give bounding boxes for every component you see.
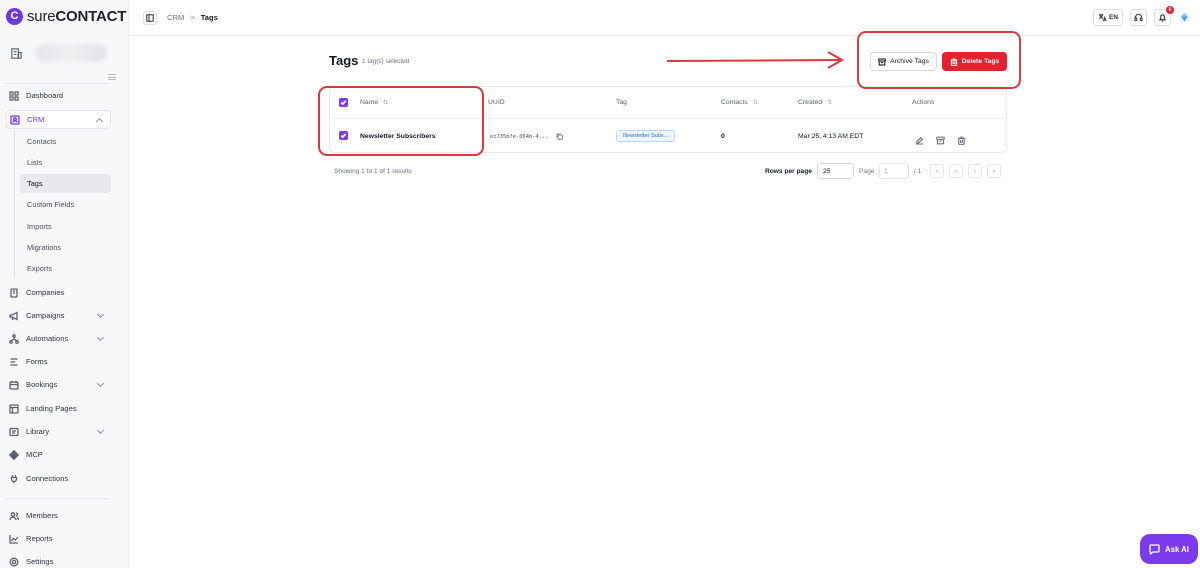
- annotation-arrow-icon: [666, 51, 845, 69]
- ask-ai-button[interactable]: Ask AI: [1140, 534, 1198, 564]
- chat-icon: [1149, 543, 1160, 555]
- ask-ai-label: Ask AI: [1165, 544, 1189, 554]
